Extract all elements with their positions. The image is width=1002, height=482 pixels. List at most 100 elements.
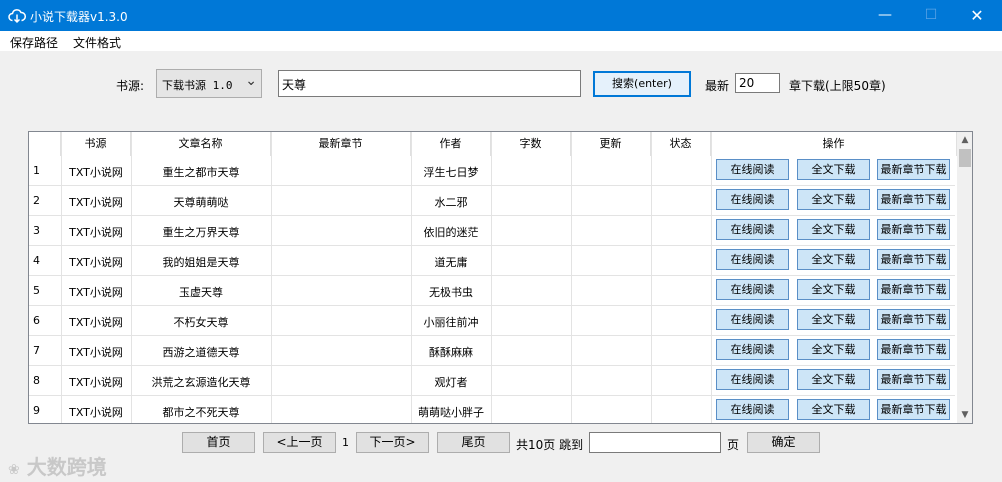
- row-divider: [29, 305, 955, 306]
- download-latest-button[interactable]: 最新章节下载: [877, 279, 950, 300]
- row-index-cell: 5: [33, 284, 40, 297]
- name-cell: 洪荒之玄源造化天尊: [151, 376, 251, 389]
- header-words[interactable]: 字数: [491, 132, 571, 156]
- download-latest-button[interactable]: 最新章节下载: [877, 189, 950, 210]
- read-online-button[interactable]: 在线阅读: [716, 309, 789, 330]
- download-latest-button[interactable]: 最新章节下载: [877, 369, 950, 390]
- read-online-button[interactable]: 在线阅读: [716, 279, 789, 300]
- row-index-cell: 2: [33, 194, 40, 207]
- watermark-text: 大数跨境: [26, 455, 107, 479]
- download-latest-button[interactable]: 最新章节下载: [877, 219, 950, 240]
- row-index-cell: 6: [33, 314, 40, 327]
- download-all-button[interactable]: 全文下载: [797, 399, 870, 420]
- close-button[interactable]: ✕: [954, 0, 1000, 31]
- row-index-cell: 7: [33, 344, 40, 357]
- scroll-down-icon[interactable]: ▼: [957, 407, 972, 423]
- download-latest-button[interactable]: 最新章节下载: [877, 399, 950, 420]
- download-all-button[interactable]: 全文下载: [797, 219, 870, 240]
- read-online-button[interactable]: 在线阅读: [716, 399, 789, 420]
- latest-suffix-label: 章下载(上限50章): [789, 79, 886, 93]
- column-divider: [571, 132, 572, 423]
- name-cell: 我的姐姐是天尊: [162, 256, 240, 269]
- author-cell: 道无庸: [434, 256, 468, 269]
- read-online-button[interactable]: 在线阅读: [716, 159, 789, 180]
- chevron-down-icon: ⌄: [245, 73, 257, 89]
- source-dropdown-value: 下载书源 1.0: [162, 79, 233, 92]
- download-all-button[interactable]: 全文下载: [797, 249, 870, 270]
- row-divider: [29, 365, 955, 366]
- row-divider: [29, 215, 955, 216]
- read-online-button[interactable]: 在线阅读: [716, 189, 789, 210]
- first-page-button[interactable]: 首页: [182, 432, 255, 453]
- search-button[interactable]: 搜索(enter): [593, 71, 691, 97]
- column-divider: [711, 132, 712, 423]
- header-index: [29, 132, 61, 156]
- source-cell: TXT小说网: [69, 316, 123, 329]
- source-cell: TXT小说网: [69, 346, 123, 359]
- download-all-button[interactable]: 全文下载: [797, 339, 870, 360]
- download-all-button[interactable]: 全文下载: [797, 159, 870, 180]
- source-cell: TXT小说网: [69, 226, 123, 239]
- name-cell: 不朽女天尊: [173, 316, 229, 329]
- download-latest-button[interactable]: 最新章节下载: [877, 249, 950, 270]
- latest-count-value: 20: [739, 76, 755, 90]
- menu-file-format[interactable]: 文件格式: [73, 34, 121, 51]
- search-input-value: 天尊: [282, 78, 307, 92]
- author-cell: 浮生七日梦: [423, 166, 479, 179]
- maximize-button[interactable]: ☐: [908, 0, 954, 31]
- last-page-button[interactable]: 尾页: [437, 432, 510, 453]
- download-all-button[interactable]: 全文下载: [797, 189, 870, 210]
- source-cell: TXT小说网: [69, 286, 123, 299]
- header-author[interactable]: 作者: [411, 132, 491, 156]
- read-online-button[interactable]: 在线阅读: [716, 249, 789, 270]
- column-divider: [491, 132, 492, 423]
- header-latest[interactable]: 最新章节: [271, 132, 411, 156]
- author-cell: 观灯者: [434, 376, 468, 389]
- latest-label: 最新: [705, 79, 730, 93]
- header-source[interactable]: 书源: [61, 132, 131, 156]
- row-index-cell: 8: [33, 374, 40, 387]
- download-latest-button[interactable]: 最新章节下载: [877, 309, 950, 330]
- header-actions[interactable]: 操作: [711, 132, 957, 156]
- menu-save-path[interactable]: 保存路径: [10, 34, 58, 51]
- download-all-button[interactable]: 全文下载: [797, 369, 870, 390]
- row-divider: [29, 335, 955, 336]
- header-updated[interactable]: 更新: [571, 132, 651, 156]
- author-cell: 水二邪: [434, 196, 468, 209]
- read-online-button[interactable]: 在线阅读: [716, 219, 789, 240]
- scroll-up-icon[interactable]: ▲: [957, 132, 972, 148]
- page-jump-input[interactable]: [589, 432, 721, 453]
- row-divider: [29, 395, 955, 396]
- latest-count-input[interactable]: 20: [735, 73, 780, 93]
- author-cell: 无极书虫: [429, 286, 473, 299]
- name-cell: 重生之万界天尊: [162, 226, 240, 239]
- source-cell: TXT小说网: [69, 256, 123, 269]
- row-index-cell: 9: [33, 404, 40, 417]
- read-online-button[interactable]: 在线阅读: [716, 369, 789, 390]
- read-online-button[interactable]: 在线阅读: [716, 339, 789, 360]
- download-all-button[interactable]: 全文下载: [797, 309, 870, 330]
- header-status[interactable]: 状态: [651, 132, 711, 156]
- row-index-cell: 4: [33, 254, 40, 267]
- row-divider: [29, 275, 955, 276]
- next-page-button[interactable]: 下一页>: [356, 432, 429, 453]
- total-pages-label: 共10页 跳到: [516, 438, 584, 452]
- paw-icon: ❀: [8, 462, 20, 478]
- download-latest-button[interactable]: 最新章节下载: [877, 159, 950, 180]
- prev-page-button[interactable]: <上一页: [263, 432, 336, 453]
- header-name[interactable]: 文章名称: [131, 132, 271, 156]
- minimize-button[interactable]: —: [862, 0, 908, 31]
- vertical-scrollbar[interactable]: ▲ ▼: [957, 132, 972, 423]
- confirm-button[interactable]: 确定: [747, 432, 820, 453]
- source-cell: TXT小说网: [69, 376, 123, 389]
- author-cell: 小丽往前冲: [423, 316, 479, 329]
- author-cell: 依旧的迷茫: [423, 226, 479, 239]
- name-cell: 重生之都市天尊: [162, 166, 240, 179]
- search-input[interactable]: 天尊: [278, 70, 581, 97]
- cloud-download-icon: [8, 9, 26, 24]
- source-dropdown[interactable]: 下载书源 1.0 ⌄: [156, 69, 262, 98]
- download-all-button[interactable]: 全文下载: [797, 279, 870, 300]
- download-latest-button[interactable]: 最新章节下载: [877, 339, 950, 360]
- author-cell: 酥酥麻麻: [429, 346, 473, 359]
- scroll-thumb[interactable]: [959, 149, 971, 167]
